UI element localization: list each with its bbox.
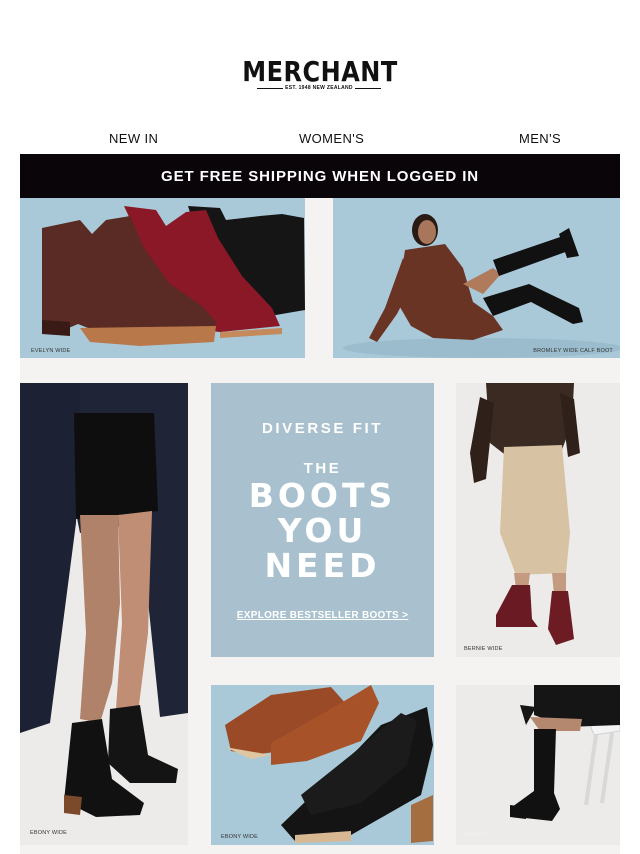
brand-logo[interactable]: MERCHANT (0, 55, 640, 89)
ainsley-model-image (456, 685, 620, 845)
bernie-caption: BERNIE WIDE (464, 646, 503, 652)
product-tile-ebony-pair[interactable]: EBONY WIDE (211, 685, 434, 845)
nav-new-in[interactable]: NEW IN (109, 131, 158, 147)
explore-bestseller-boots-link[interactable]: EXPLORE BESTSELLER BOOTS > (211, 610, 434, 621)
product-tile-bromley[interactable]: BROMLEY WIDE CALF BOOT (333, 198, 620, 358)
evelyn-caption: EVELYN WIDE (31, 348, 71, 354)
product-tile-ainsley[interactable]: AINSLEY (456, 685, 620, 845)
bernie-model-image (456, 383, 620, 657)
logo-rule-right (355, 88, 381, 89)
promo-boots-block[interactable]: DIVERSE FIT THE BOOTS YOU NEED EXPLORE B… (211, 383, 434, 657)
ebony-model-image (20, 383, 188, 845)
ebony-pair-caption: EBONY WIDE (221, 834, 259, 840)
promo-the: THE (303, 460, 342, 477)
nav-mens[interactable]: MEN'S (519, 131, 561, 147)
logo-wordmark: MERCHANT (242, 55, 398, 89)
product-tile-evelyn[interactable]: EVELYN WIDE (20, 198, 305, 358)
nav-womens[interactable]: WOMEN'S (299, 131, 364, 147)
product-tile-ebony-model[interactable]: EBONY WIDE (20, 383, 188, 845)
promo-headline-boots: BOOTS (248, 476, 397, 515)
free-shipping-banner[interactable]: GET FREE SHIPPING WHEN LOGGED IN (20, 154, 620, 198)
ainsley-caption: AINSLEY (464, 832, 489, 838)
promo-headline-you: YOU (277, 511, 368, 550)
bromley-caption: BROMLEY WIDE CALF BOOT (533, 348, 613, 354)
promo-eyebrow: DIVERSE FIT (261, 420, 384, 437)
banner-text: GET FREE SHIPPING WHEN LOGGED IN (161, 167, 479, 185)
bromley-model-image (333, 198, 620, 358)
promo-headline-need: NEED (264, 546, 381, 585)
evelyn-boots-image (20, 198, 305, 358)
ebony-model-caption: EBONY WIDE (30, 830, 68, 836)
ebony-boots-image (211, 685, 434, 845)
logo-tagline-group: EST. 1948 NEW ZEALAND (257, 85, 381, 92)
product-tile-bernie[interactable]: BERNIE WIDE (456, 383, 620, 657)
